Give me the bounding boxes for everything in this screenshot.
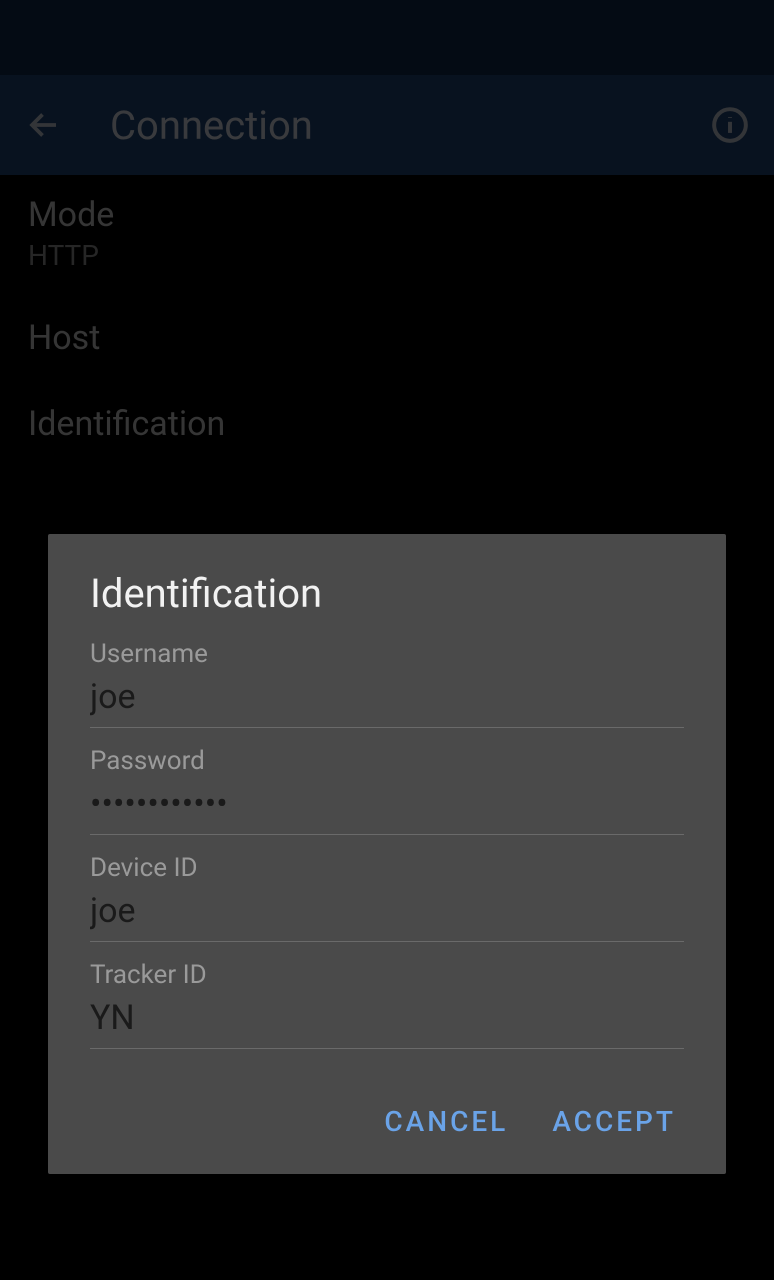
modal-overlay[interactable]: Identification Username Password Device … (0, 0, 774, 1280)
username-input[interactable] (90, 671, 684, 728)
field-tracker-id: Tracker ID (90, 960, 684, 1049)
dialog-title: Identification (90, 570, 684, 617)
password-input[interactable] (90, 778, 684, 835)
accept-button[interactable]: ACCEPT (548, 1097, 680, 1146)
tracker-id-label: Tracker ID (90, 960, 684, 990)
field-username: Username (90, 639, 684, 728)
dialog-actions: CANCEL ACCEPT (90, 1097, 684, 1146)
device-id-input[interactable] (90, 885, 684, 942)
identification-dialog: Identification Username Password Device … (48, 534, 726, 1174)
tracker-id-input[interactable] (90, 992, 684, 1049)
username-label: Username (90, 639, 684, 669)
field-device-id: Device ID (90, 853, 684, 942)
cancel-button[interactable]: CANCEL (380, 1097, 512, 1146)
password-label: Password (90, 746, 684, 776)
field-password: Password (90, 746, 684, 835)
device-id-label: Device ID (90, 853, 684, 883)
